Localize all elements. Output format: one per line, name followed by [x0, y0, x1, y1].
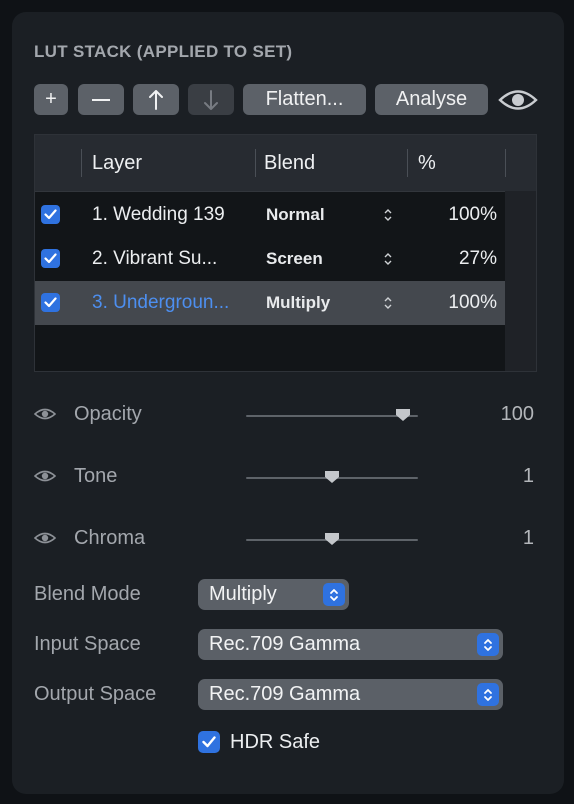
table-row[interactable]: 2. Vibrant Su... Screen 27%	[35, 237, 506, 281]
stepper-icon[interactable]	[383, 295, 393, 311]
column-header-layer[interactable]: Layer	[92, 135, 142, 191]
blend-mode-value: Multiply	[209, 583, 277, 605]
eye-icon[interactable]	[34, 406, 56, 422]
checkmark-icon	[202, 736, 216, 748]
chevron-updown-icon	[484, 688, 492, 701]
move-down-button[interactable]	[188, 84, 234, 115]
opacity-slider-thumb[interactable]	[395, 408, 411, 422]
layer-name: 1. Wedding 139	[92, 204, 225, 225]
add-layer-button[interactable]: +	[34, 84, 68, 115]
chroma-slider-thumb[interactable]	[324, 532, 340, 546]
layer-enabled-checkbox[interactable]	[41, 249, 60, 268]
opacity-slider-row: Opacity 100	[34, 399, 534, 429]
chevron-updown-icon	[484, 638, 492, 651]
chroma-label: Chroma	[74, 527, 146, 549]
header-separator	[255, 149, 256, 177]
table-header: Layer Blend %	[35, 135, 536, 192]
input-space-value: Rec.709 Gamma	[209, 633, 361, 655]
layer-percent: 27%	[458, 248, 497, 269]
input-space-popup[interactable]: Rec.709 Gamma	[198, 629, 503, 660]
opacity-value: 100	[500, 403, 534, 425]
minus-icon	[92, 98, 110, 101]
layer-percent: 100%	[448, 292, 497, 313]
chroma-value: 1	[522, 527, 534, 549]
checkmark-icon	[44, 297, 57, 308]
plus-icon: +	[45, 88, 57, 110]
chevron-updown-icon	[330, 588, 338, 601]
stepper-icon[interactable]	[383, 207, 393, 223]
tone-slider-row: Tone 1	[34, 461, 534, 491]
layer-blend-mode[interactable]: Screen	[266, 237, 323, 281]
header-separator	[81, 149, 82, 177]
layer-blend-mode[interactable]: Normal	[266, 193, 325, 237]
column-header-percent[interactable]: %	[418, 135, 436, 191]
layer-blend-mode[interactable]: Multiply	[266, 281, 330, 325]
table-row-selected[interactable]: 3. Undergroun... Multiply 100%	[35, 281, 506, 325]
eye-icon[interactable]	[498, 85, 538, 115]
tone-label: Tone	[74, 465, 118, 487]
hdr-safe-label: HDR Safe	[230, 731, 321, 753]
hdr-safe-checkbox[interactable]	[198, 731, 220, 753]
remove-layer-button[interactable]	[78, 84, 124, 115]
output-space-value: Rec.709 Gamma	[209, 683, 361, 705]
layer-name: 3. Undergroun...	[92, 292, 230, 313]
popup-arrow	[323, 583, 345, 606]
tone-value: 1	[522, 465, 534, 487]
output-space-popup[interactable]: Rec.709 Gamma	[198, 679, 503, 710]
opacity-label: Opacity	[74, 403, 142, 425]
table-row[interactable]: 1. Wedding 139 Normal 100%	[35, 193, 506, 237]
column-header-blend[interactable]: Blend	[264, 135, 315, 191]
checkmark-icon	[44, 209, 57, 220]
move-up-button[interactable]	[133, 84, 179, 115]
output-space-label: Output Space	[34, 683, 157, 705]
arrow-up-icon	[149, 89, 163, 110]
popup-arrow	[477, 683, 499, 706]
header-separator	[505, 149, 506, 177]
flatten-button[interactable]: Flatten...	[243, 84, 366, 115]
eye-icon[interactable]	[34, 530, 56, 546]
chroma-slider-row: Chroma 1	[34, 523, 534, 553]
layer-percent: 100%	[448, 204, 497, 225]
lut-layers-table: Layer Blend % 1. Wedding 139 Normal 100%…	[34, 134, 537, 372]
header-separator	[407, 149, 408, 177]
section-title: LUT STACK (APPLIED TO SET)	[34, 42, 293, 61]
arrow-down-icon	[204, 89, 218, 110]
blend-mode-popup[interactable]: Multiply	[198, 579, 349, 610]
tone-slider-thumb[interactable]	[324, 470, 340, 484]
eye-icon[interactable]	[34, 468, 56, 484]
layer-enabled-checkbox[interactable]	[41, 205, 60, 224]
table-scrollbar[interactable]	[505, 191, 536, 371]
layer-name: 2. Vibrant Su...	[92, 248, 218, 269]
popup-arrow	[477, 633, 499, 656]
analyse-button[interactable]: Analyse	[375, 84, 488, 115]
input-space-label: Input Space	[34, 633, 141, 655]
stepper-icon[interactable]	[383, 251, 393, 267]
layer-enabled-checkbox[interactable]	[41, 293, 60, 312]
opacity-slider-track[interactable]	[246, 415, 418, 417]
blend-mode-label: Blend Mode	[34, 583, 141, 605]
checkmark-icon	[44, 253, 57, 264]
